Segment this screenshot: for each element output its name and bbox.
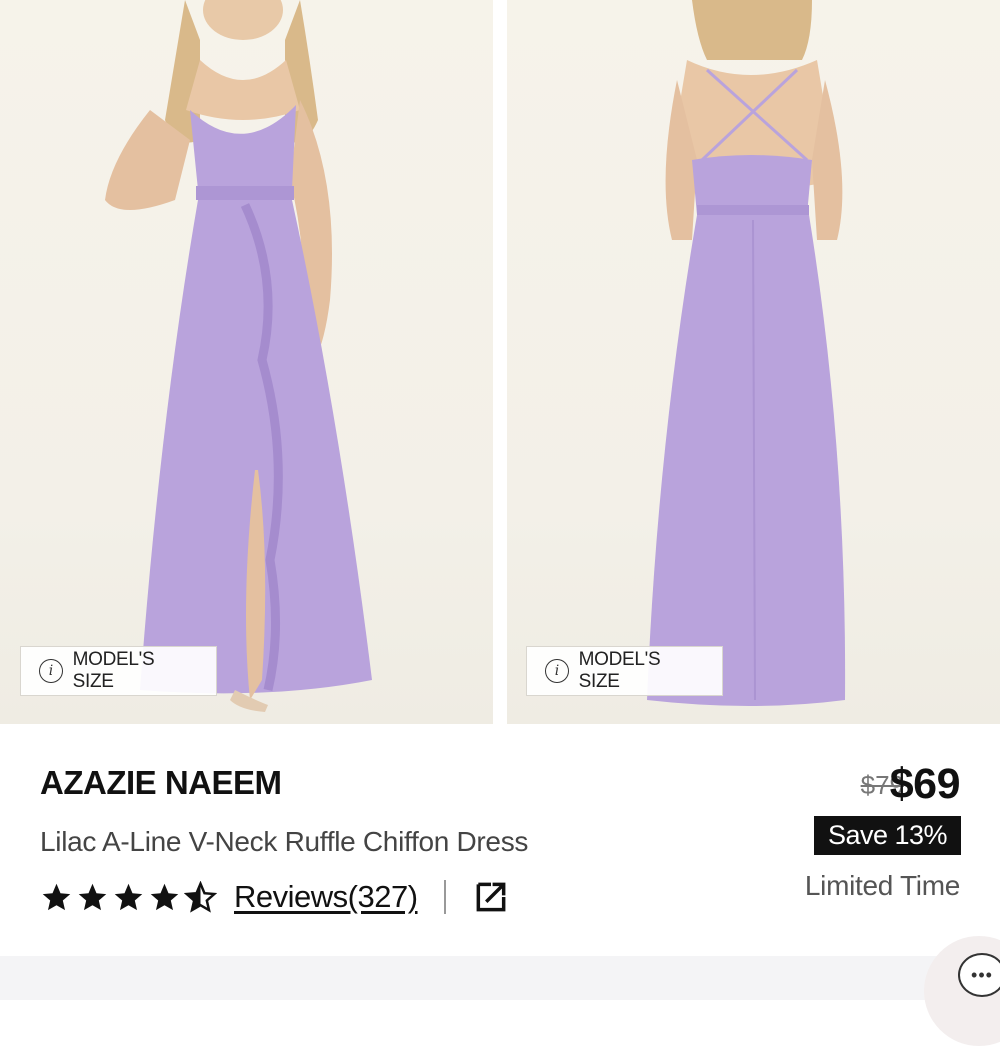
model-size-button-back[interactable]: i MODEL'S SIZE	[526, 646, 723, 696]
divider	[443, 880, 446, 914]
star-half-icon	[184, 880, 217, 913]
info-icon: i	[39, 659, 63, 683]
model-size-label: MODEL'S SIZE	[72, 649, 155, 692]
star-icon	[78, 883, 107, 910]
rating-row: Reviews(327)	[40, 874, 510, 920]
chat-icon[interactable]: •••	[958, 953, 1000, 997]
product-image-gallery[interactable]: i MODEL'S SIZE i MODEL'S SIZE	[0, 0, 1000, 724]
star-icon	[150, 883, 179, 910]
product-photo-front[interactable]	[0, 0, 493, 724]
model-size-button-front[interactable]: i MODEL'S SIZE	[20, 646, 217, 696]
star-icon	[114, 883, 143, 910]
dress-front-illustration	[105, 0, 372, 712]
external-share-icon[interactable]	[472, 878, 510, 916]
info-icon: i	[545, 659, 569, 683]
star-rating[interactable]	[40, 880, 220, 914]
brand-name: AZAZIE NAEEM	[40, 764, 282, 801]
save-badge: Save 13%	[814, 816, 961, 855]
product-title: Lilac A-Line V-Neck Ruffle Chiffon Dress	[40, 826, 529, 857]
promo-note: Limited Time	[804, 870, 960, 901]
product-photo-back[interactable]	[507, 0, 1000, 724]
star-icon	[42, 883, 71, 910]
dress-back-illustration	[647, 0, 846, 706]
model-size-label: MODEL'S SIZE	[578, 649, 661, 692]
bottom-strip	[0, 956, 1000, 1000]
current-price: $69	[889, 760, 961, 808]
reviews-link[interactable]: Reviews(327)	[234, 879, 418, 915]
